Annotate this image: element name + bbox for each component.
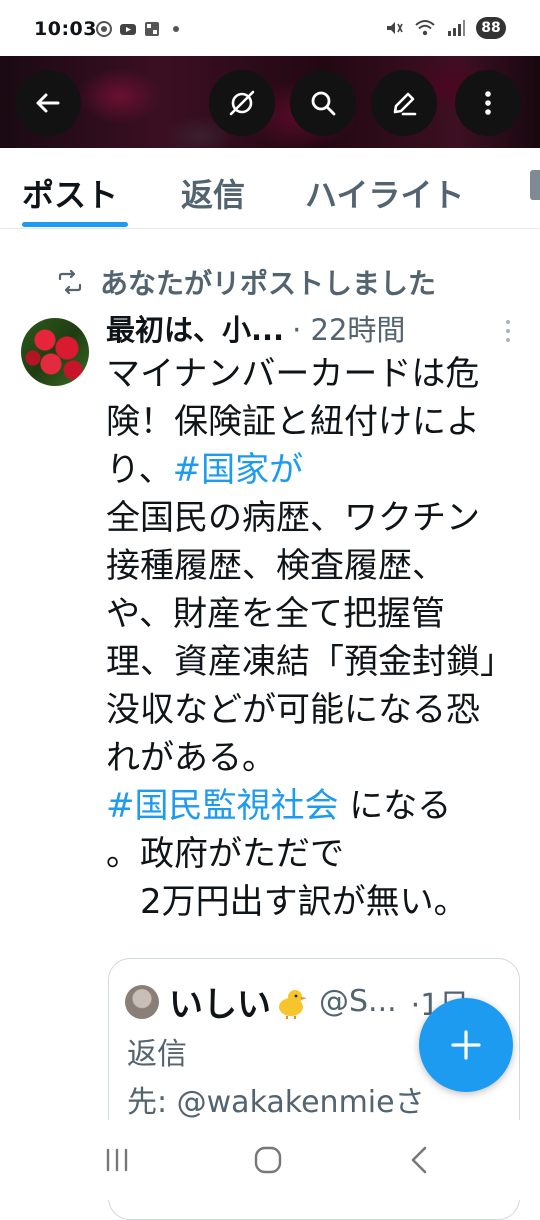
post-time[interactable]: · 22時間 bbox=[292, 307, 405, 349]
post-line: マイナンバーカードは危 bbox=[106, 354, 480, 394]
home-button[interactable] bbox=[250, 1142, 286, 1178]
status-time: 10:03 bbox=[34, 18, 97, 40]
tab-active-indicator bbox=[22, 222, 128, 227]
tab-highlights[interactable]: ハイライト bbox=[305, 170, 464, 216]
compose-button[interactable] bbox=[419, 998, 513, 1092]
system-nav-bar bbox=[0, 1120, 540, 1200]
author-avatar[interactable] bbox=[21, 318, 89, 386]
repost-label: あなたがリポストしました bbox=[100, 267, 437, 300]
repost-context: あなたがリポストしました bbox=[56, 262, 436, 302]
quote-author-name: いしい bbox=[169, 985, 271, 1025]
recents-button[interactable] bbox=[100, 1142, 134, 1178]
back-button[interactable] bbox=[15, 70, 81, 136]
youtube-icon bbox=[120, 24, 136, 35]
more-button[interactable] bbox=[455, 70, 521, 136]
quote-handle: @S... bbox=[319, 984, 397, 1019]
tab-next-partial[interactable] bbox=[530, 170, 540, 206]
edit-icon bbox=[393, 92, 417, 116]
post-line: 2万円出す訳が無い。 bbox=[106, 882, 468, 922]
signal-icon bbox=[448, 20, 465, 36]
profile-banner bbox=[0, 56, 540, 148]
wifi-icon bbox=[415, 20, 435, 36]
post-more-icon[interactable] bbox=[503, 320, 513, 350]
battery-indicator: 88 bbox=[476, 17, 506, 39]
grok-button[interactable] bbox=[209, 70, 275, 136]
profile-tabs: ポスト 返信 ハイライト bbox=[0, 148, 540, 229]
post-line: り、#国家が bbox=[106, 450, 304, 490]
system-back-button[interactable] bbox=[404, 1142, 434, 1178]
search-button[interactable] bbox=[290, 70, 356, 136]
post-line: #国民監視社会 になる bbox=[106, 786, 452, 826]
quote-text: 返信 先: @wakakenmieさ bbox=[127, 1031, 425, 1127]
back-arrow-icon bbox=[36, 93, 60, 113]
post-body: マイナンバーカードは危 険！保険証と紐付けによ り、#国家が 全国民の病歴、ワク… bbox=[106, 350, 526, 926]
hashtag-link[interactable]: #国民監視社会 bbox=[106, 786, 339, 826]
post-line: 険！保険証と紐付けによ bbox=[106, 402, 480, 442]
chrome-icon bbox=[96, 21, 112, 37]
quote-header: いしい @S... ·1日 bbox=[125, 977, 469, 1026]
post-line: や、財産を全て把握管 bbox=[106, 594, 445, 634]
post-line: 。政府がただで bbox=[106, 834, 344, 874]
post-line: れがある。 bbox=[106, 738, 276, 778]
hashtag-link[interactable]: #国家が bbox=[173, 450, 304, 490]
mute-icon bbox=[387, 22, 403, 34]
home-icon bbox=[254, 1146, 282, 1174]
post-header: 最初は、小... · 22時間 bbox=[106, 308, 405, 348]
status-bar: 10:03 88 bbox=[0, 0, 540, 56]
repost-icon bbox=[58, 270, 82, 294]
more-vertical-icon bbox=[485, 91, 491, 115]
back-icon bbox=[411, 1146, 427, 1174]
grok-icon bbox=[229, 90, 255, 116]
post-line: 全国民の病歴、ワクチン bbox=[106, 498, 480, 538]
dot-icon bbox=[173, 26, 179, 32]
post-line: 没収などが可能になる恐 bbox=[106, 690, 480, 730]
tab-posts[interactable]: ポスト bbox=[22, 170, 118, 216]
post-line: 接種履歴、検査履歴、 bbox=[106, 546, 446, 586]
tab-replies[interactable]: 返信 bbox=[181, 170, 245, 216]
qr-app-icon bbox=[145, 22, 159, 36]
quote-avatar bbox=[125, 984, 159, 1019]
edit-button[interactable] bbox=[371, 70, 437, 136]
post-line: 理、資産凍結「預金封鎖」 bbox=[106, 642, 514, 682]
chick-emoji-icon bbox=[279, 989, 307, 1019]
quote-line: 返信 bbox=[127, 1037, 187, 1072]
recents-icon bbox=[106, 1148, 128, 1172]
search-icon bbox=[311, 91, 336, 116]
plus-icon bbox=[451, 1030, 481, 1060]
author-name[interactable]: 最初は、小... bbox=[106, 307, 284, 349]
